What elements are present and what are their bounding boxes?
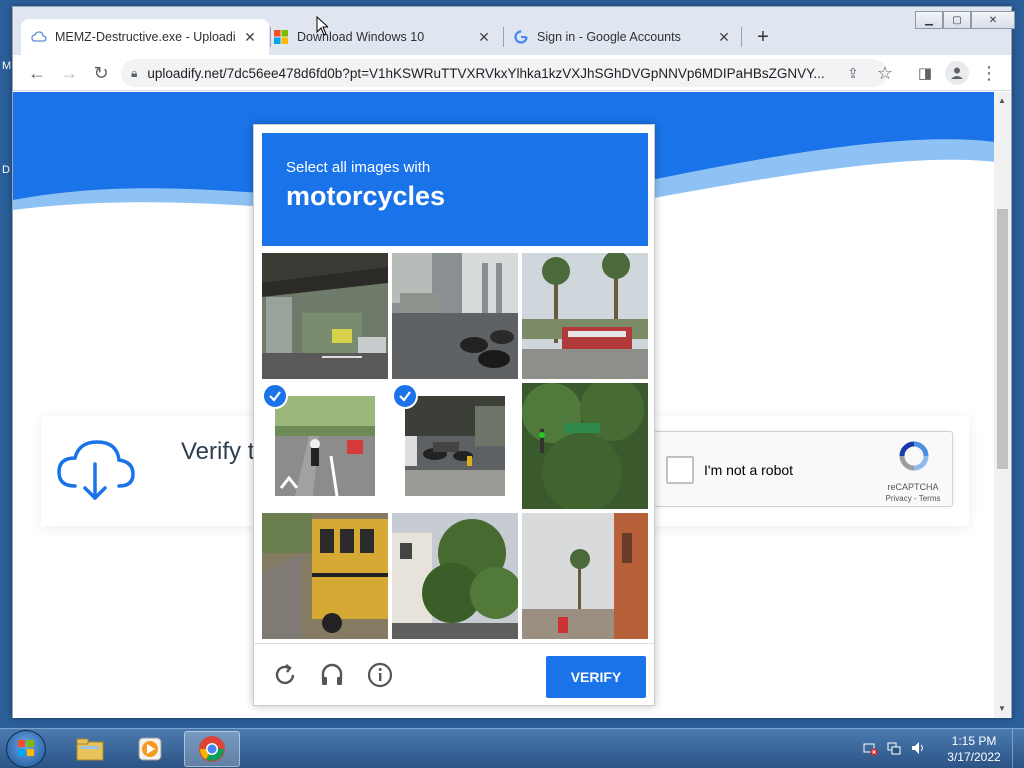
tab-title: Sign in - Google Accounts — [537, 30, 681, 44]
tab-strip: MEMZ-Destructive.exe - Uploadi ✕ Downloa… — [13, 7, 1015, 55]
challenge-tile[interactable] — [522, 383, 648, 509]
cloud-download-icon — [55, 438, 137, 509]
challenge-tile[interactable] — [392, 513, 518, 639]
close-window-button[interactable]: ✕ — [971, 11, 1015, 29]
recaptcha-checkbox[interactable] — [666, 456, 694, 484]
tile-image — [392, 253, 518, 379]
tile-image — [522, 383, 648, 509]
verify-button[interactable]: VERIFY — [546, 656, 646, 698]
forward-arrow-icon[interactable]: → — [57, 61, 81, 85]
clock-date: 3/17/2022 — [947, 750, 1001, 764]
tile-image — [522, 513, 648, 639]
desktop-edge-text: M — [2, 60, 12, 72]
challenge-tile[interactable] — [522, 513, 648, 639]
volume-icon[interactable] — [910, 740, 926, 759]
tile-image — [522, 253, 648, 379]
side-panel-icon[interactable]: ◨ — [913, 61, 937, 85]
clock[interactable]: 1:15 PM 3/17/2022 — [944, 733, 1004, 765]
tile-image — [405, 396, 505, 496]
network-icon[interactable] — [886, 740, 902, 759]
url-text: uploadify.net/7dc56ee478d6fd0b?pt=V1hKSW… — [147, 65, 825, 81]
start-button[interactable] — [6, 730, 46, 768]
recaptcha-challenge: Select all images with motorcycles VERIF… — [253, 124, 655, 706]
recaptcha-brand: reCAPTCHA — [887, 482, 939, 492]
recaptcha-widget: I'm not a robot reCAPTCHA Privacy - Term… — [653, 431, 953, 507]
file-explorer-icon[interactable] — [62, 731, 118, 767]
reload-button[interactable]: ↻ — [89, 61, 113, 85]
selected-check-icon — [262, 383, 288, 409]
chrome-icon[interactable] — [184, 731, 240, 767]
tile-image — [275, 396, 375, 496]
scroll-up-arrow-icon[interactable]: ▲ — [998, 96, 1006, 105]
taskbar: 1:15 PM 3/17/2022 — [0, 728, 1024, 768]
challenge-tile[interactable] — [262, 513, 388, 639]
tile-image — [262, 253, 388, 379]
minimize-button[interactable]: ▁ — [915, 11, 943, 29]
show-desktop-button[interactable] — [1012, 729, 1024, 768]
system-tray — [862, 729, 926, 768]
tab-close-icon[interactable]: ✕ — [715, 29, 733, 46]
headphones-icon[interactable] — [319, 662, 345, 688]
clock-time: 1:15 PM — [951, 734, 997, 748]
challenge-tile-selected[interactable] — [392, 383, 518, 509]
tile-image — [392, 513, 518, 639]
tab-separator — [741, 27, 742, 47]
tab-title: MEMZ-Destructive.exe - Uploadi — [55, 30, 235, 44]
challenge-instruction: Select all images with — [286, 159, 431, 176]
challenge-header: Select all images with motorcycles — [262, 133, 648, 246]
google-g-icon — [513, 29, 529, 45]
bookmark-star-icon[interactable]: ☆ — [873, 61, 897, 85]
tab-close-icon[interactable]: ✕ — [475, 29, 493, 46]
new-tab-button[interactable]: + — [751, 25, 775, 49]
challenge-tile[interactable] — [392, 253, 518, 379]
window-controls: ▁ ▢ ✕ — [915, 11, 1015, 29]
challenge-tile[interactable] — [262, 253, 388, 379]
share-icon[interactable]: ⇪ — [841, 61, 865, 85]
back-arrow-icon[interactable]: ← — [25, 61, 49, 85]
recaptcha-logo-icon — [898, 440, 930, 477]
tab-memz[interactable]: MEMZ-Destructive.exe - Uploadi ✕ — [21, 19, 269, 55]
browser-toolbar: ← → ↻ 🔒︎ uploadify.net/7dc56ee478d6fd0b?… — [13, 55, 1011, 91]
challenge-footer: VERIFY — [254, 643, 654, 707]
maximize-button[interactable]: ▢ — [943, 11, 971, 29]
selected-check-icon — [392, 383, 418, 409]
profile-avatar-icon[interactable] — [945, 61, 969, 85]
mouse-cursor-icon — [316, 15, 330, 41]
network-error-icon[interactable] — [862, 740, 878, 759]
address-bar[interactable]: 🔒︎ uploadify.net/7dc56ee478d6fd0b?pt=V1h… — [121, 59, 887, 87]
desktop-edge-text: D — [2, 164, 10, 176]
scroll-down-arrow-icon[interactable]: ▼ — [998, 704, 1006, 713]
scrollbar-thumb[interactable] — [997, 209, 1008, 469]
challenge-tile[interactable] — [522, 253, 648, 379]
tab-windows-10[interactable]: Download Windows 10 ✕ — [263, 19, 503, 55]
recaptcha-label: I'm not a robot — [704, 462, 794, 478]
info-icon[interactable] — [367, 662, 393, 688]
lock-icon: 🔒︎ — [131, 65, 138, 80]
tile-image — [262, 513, 388, 639]
page-scrollbar[interactable]: ▲ ▼ — [994, 92, 1011, 718]
cloud-icon — [31, 29, 47, 45]
challenge-target: motorcycles — [286, 181, 446, 211]
media-player-icon[interactable] — [122, 731, 178, 767]
tab-google-signin[interactable]: Sign in - Google Accounts ✕ — [503, 19, 743, 55]
windows-logo-icon — [273, 29, 289, 45]
reload-icon[interactable] — [272, 662, 298, 688]
challenge-tile-selected[interactable] — [262, 383, 388, 509]
recaptcha-privacy-terms[interactable]: Privacy - Terms — [882, 494, 944, 503]
tab-close-icon[interactable]: ✕ — [241, 29, 259, 46]
menu-kebab-icon[interactable]: ⋮ — [977, 61, 1001, 85]
